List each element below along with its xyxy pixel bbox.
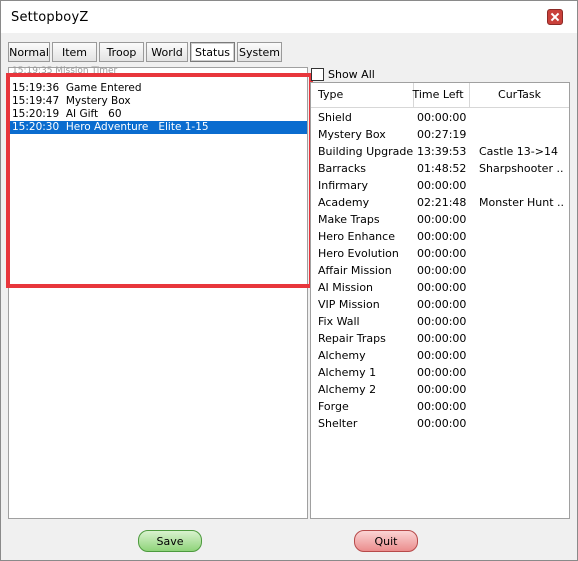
cell-time-left: 00:00:00 <box>417 298 467 311</box>
table-row[interactable]: Hero Evolution 00:00:00 <box>311 245 569 262</box>
show-all-toggle[interactable]: Show All <box>311 67 375 81</box>
table-row[interactable]: Academy 02:21:48 Monster Hunt ... <box>311 194 569 211</box>
cell-time-left: 01:48:52 <box>417 162 467 175</box>
table-row[interactable]: Affair Mission 00:00:00 <box>311 262 569 279</box>
task-rows: Shield 00:00:00 Mystery Box 00:27:19 Buildin… <box>311 109 569 432</box>
cell-type: Barracks <box>318 162 367 175</box>
column-header-time-left[interactable]: Time Left <box>407 83 470 107</box>
cell-type: Building Upgrade <box>318 145 414 158</box>
close-icon <box>547 9 563 25</box>
log-entry[interactable]: 15:19:47 Mystery Box <box>9 95 307 108</box>
table-row[interactable]: Alchemy 1 00:00:00 <box>311 364 569 381</box>
table-row[interactable]: Alchemy 2 00:00:00 <box>311 381 569 398</box>
cell-curtask: Monster Hunt ... <box>479 196 564 209</box>
cell-time-left: 02:21:48 <box>417 196 467 209</box>
cell-time-left: 00:00:00 <box>417 417 467 430</box>
cell-type: Alchemy <box>318 349 366 362</box>
cell-curtask: Sharpshooter ... <box>479 162 564 175</box>
cell-time-left: 00:00:00 <box>417 264 467 277</box>
cell-time-left: 00:00:00 <box>417 383 467 396</box>
cell-type: VIP Mission <box>318 298 380 311</box>
log-panel[interactable]: 15:19:35 Mission Timer 15:19:36 Game Ent… <box>8 66 308 519</box>
window-title: SettopboyZ <box>11 10 89 25</box>
cell-type: Mystery Box <box>318 128 386 141</box>
table-row[interactable]: Repair Traps 00:00:00 <box>311 330 569 347</box>
show-all-label: Show All <box>328 67 375 81</box>
cell-type: Alchemy 2 <box>318 383 377 396</box>
cell-type: Shield <box>318 111 352 124</box>
cell-curtask: Castle 13->14 <box>479 145 558 158</box>
cell-type: Shelter <box>318 417 358 430</box>
log-list[interactable]: 15:19:36 Game Entered 15:19:47 Mystery B… <box>9 82 307 134</box>
table-row[interactable]: Mystery Box 00:27:19 <box>311 126 569 143</box>
save-button[interactable]: Save <box>138 530 202 552</box>
cell-time-left: 00:00:00 <box>417 111 467 124</box>
app-window: SettopboyZ Normal Item Troop World Statu… <box>0 0 578 561</box>
table-row[interactable]: Building Upgrade 13:39:53 Castle 13->14 <box>311 143 569 160</box>
tab-troop[interactable]: Troop <box>99 42 144 62</box>
title-bar: SettopboyZ <box>1 1 577 33</box>
table-row[interactable]: Infirmary 00:00:00 <box>311 177 569 194</box>
cell-time-left: 00:00:00 <box>417 247 467 260</box>
log-entry[interactable]: 15:20:19 AI Gift 60 <box>9 108 307 121</box>
cell-time-left: 00:00:00 <box>417 400 467 413</box>
cell-time-left: 00:00:00 <box>417 332 467 345</box>
cell-time-left: 00:00:00 <box>417 213 467 226</box>
cell-type: Alchemy 1 <box>318 366 377 379</box>
tab-status[interactable]: Status <box>190 42 235 62</box>
quit-button[interactable]: Quit <box>354 530 418 552</box>
cell-time-left: 00:00:00 <box>417 230 467 243</box>
cell-time-left: 00:27:19 <box>417 128 467 141</box>
table-row[interactable]: AI Mission 00:00:00 <box>311 279 569 296</box>
cell-type: Hero Evolution <box>318 247 399 260</box>
table-row[interactable]: Fix Wall 00:00:00 <box>311 313 569 330</box>
cell-time-left: 00:00:00 <box>417 179 467 192</box>
table-row[interactable]: Alchemy 00:00:00 <box>311 347 569 364</box>
cell-time-left: 00:00:00 <box>417 366 467 379</box>
log-partial-header: 15:19:35 Mission Timer <box>12 66 118 76</box>
cell-type: Affair Mission <box>318 264 392 277</box>
cell-time-left: 13:39:53 <box>417 145 467 158</box>
table-row[interactable]: Shield 00:00:00 <box>311 109 569 126</box>
cell-time-left: 00:00:00 <box>417 315 467 328</box>
show-all-checkbox[interactable] <box>311 67 324 81</box>
table-row[interactable]: Make Traps 00:00:00 <box>311 211 569 228</box>
tab-system[interactable]: System <box>237 42 282 62</box>
cell-type: Infirmary <box>318 179 368 192</box>
cell-time-left: 00:00:00 <box>417 349 467 362</box>
cell-type: Forge <box>318 400 349 413</box>
log-entry[interactable]: 15:19:36 Game Entered <box>9 82 307 95</box>
cell-type: Hero Enhance <box>318 230 395 243</box>
cell-type: AI Mission <box>318 281 374 294</box>
log-entry-selected[interactable]: 15:20:30 Hero Adventure Elite 1-15 <box>9 121 307 134</box>
cell-type: Repair Traps <box>318 332 386 345</box>
tab-world[interactable]: World <box>146 42 188 62</box>
task-table[interactable]: Type Time Left CurTask Shield 00:00:00 Mys… <box>310 82 570 519</box>
close-button[interactable] <box>541 5 569 29</box>
table-row[interactable]: Hero Enhance 00:00:00 <box>311 228 569 245</box>
cell-type: Fix Wall <box>318 315 360 328</box>
table-row[interactable]: Shelter 00:00:00 <box>311 415 569 432</box>
table-row[interactable]: Barracks 01:48:52 Sharpshooter ... <box>311 160 569 177</box>
task-table-header: Type Time Left CurTask <box>311 83 569 108</box>
cell-type: Academy <box>318 196 370 209</box>
table-row[interactable]: VIP Mission 00:00:00 <box>311 296 569 313</box>
cell-type: Make Traps <box>318 213 380 226</box>
cell-time-left: 00:00:00 <box>417 281 467 294</box>
column-header-curtask[interactable]: CurTask <box>470 83 569 107</box>
tab-normal[interactable]: Normal <box>8 42 50 62</box>
table-row[interactable]: Forge 00:00:00 <box>311 398 569 415</box>
column-header-type[interactable]: Type <box>311 83 414 107</box>
tab-item[interactable]: Item <box>52 42 97 62</box>
